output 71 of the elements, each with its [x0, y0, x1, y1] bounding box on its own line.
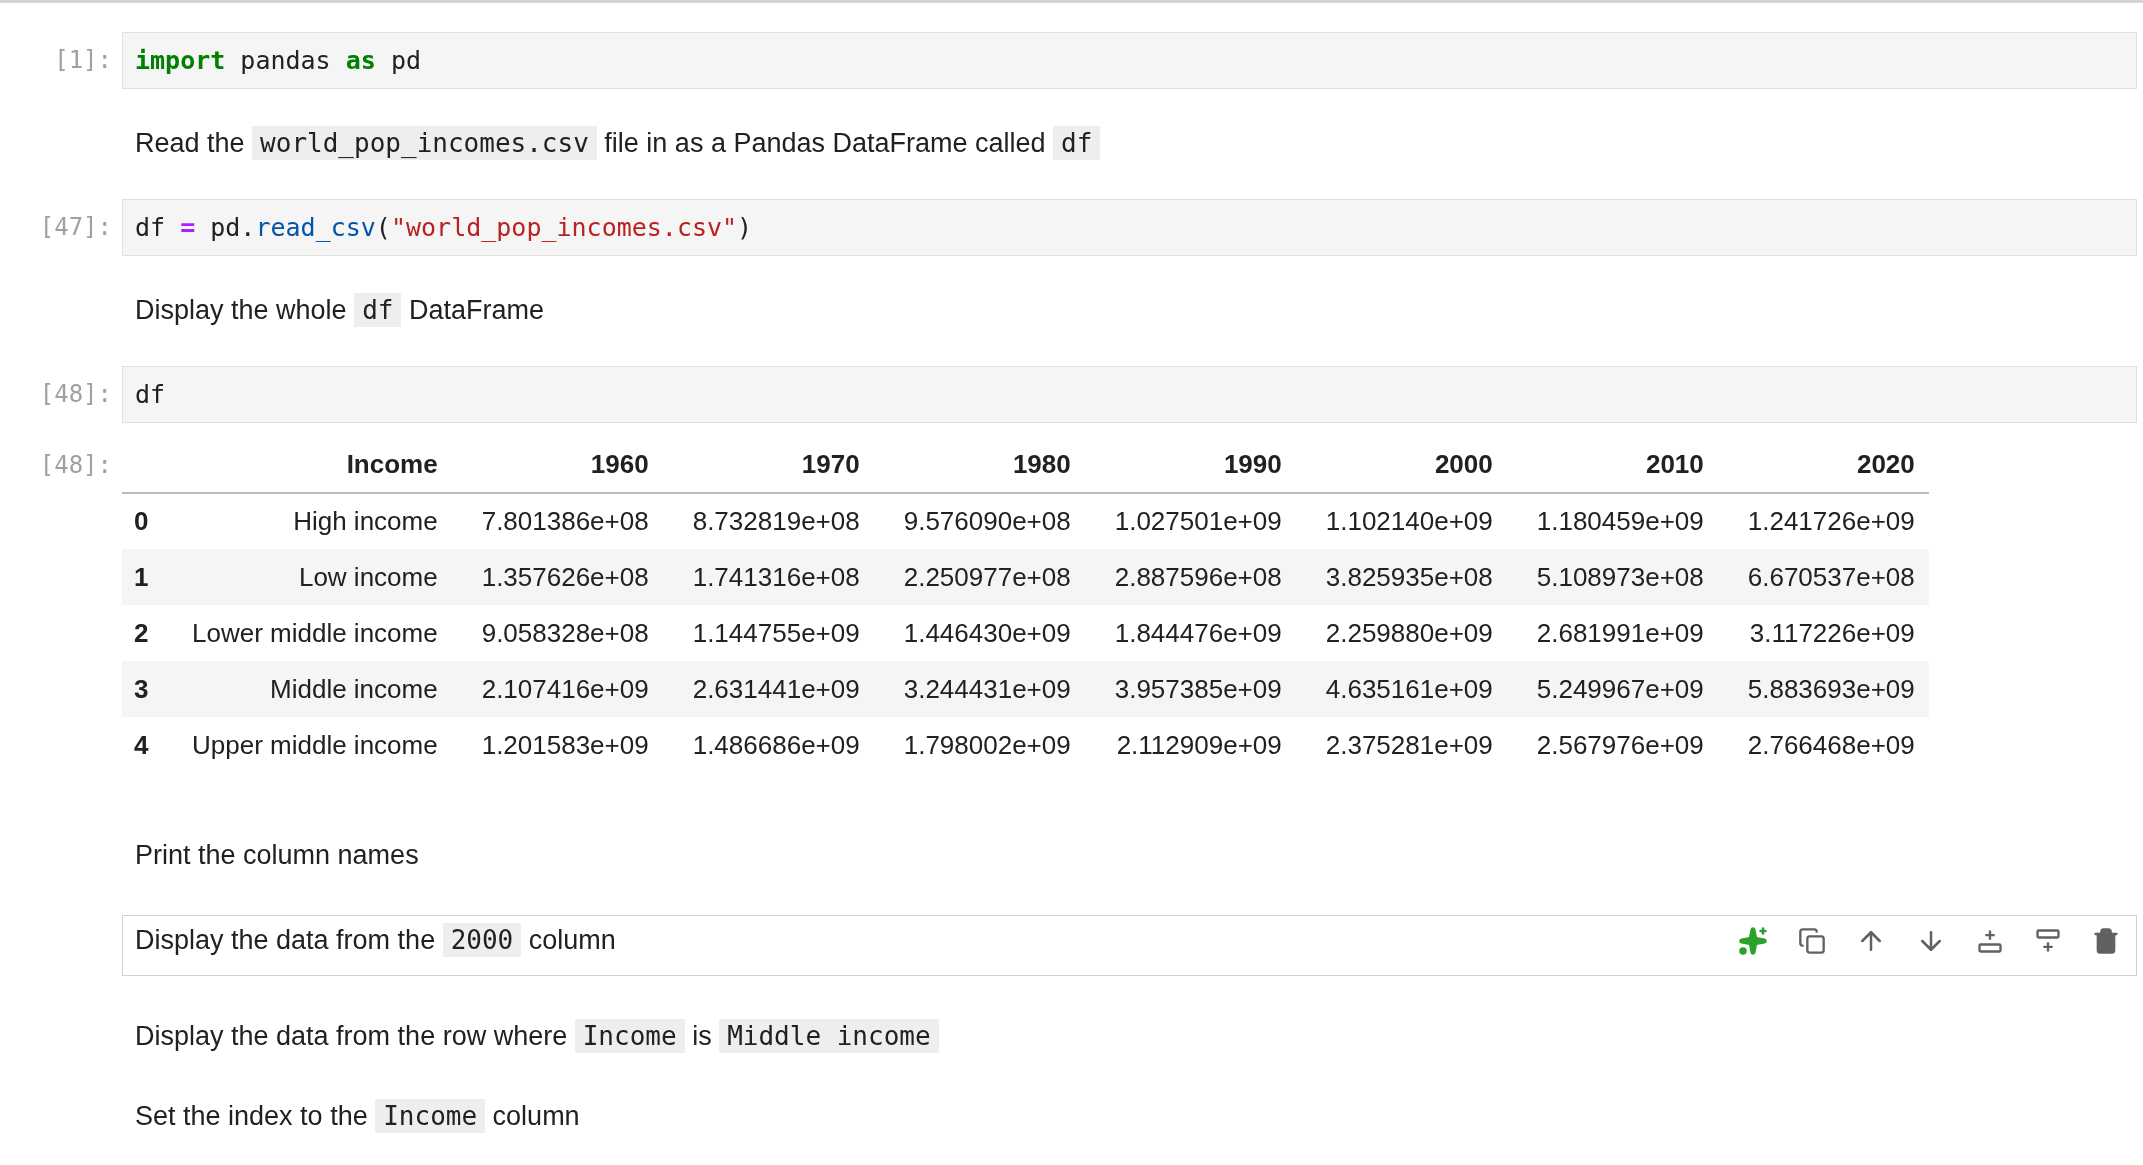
- table-cell: 1.798002e+09: [873, 717, 1085, 773]
- table-cell: 2.887596e+08: [1084, 549, 1296, 605]
- markdown-text: Display the data from the row where Income is Middle income: [135, 1016, 2130, 1056]
- table-cell: 9.576090e+08: [873, 493, 1085, 549]
- markdown-text: Display the whole df DataFrame: [135, 292, 545, 329]
- table-cell: 1.741316e+08: [662, 549, 874, 605]
- table-cell: 4.635161e+09: [1295, 661, 1507, 717]
- markdown-text: Set the index to the Income column: [135, 1098, 581, 1135]
- table-cell: 3.957385e+09: [1084, 661, 1296, 717]
- cell-prompt: [47]:: [39, 213, 112, 241]
- trash-icon[interactable]: [2092, 927, 2120, 955]
- table-cell: 3.825935e+08: [1295, 549, 1507, 605]
- table-cell: 2.250977e+08: [873, 549, 1085, 605]
- table-cell: 2.375281e+09: [1295, 717, 1507, 773]
- column-header: 2010: [1506, 437, 1718, 493]
- markdown-text: Read the world_pop_incomes.csv file in as a Pandas DataFrame called df: [135, 123, 2130, 163]
- row-index: 0: [122, 493, 162, 549]
- column-header: Income: [162, 437, 452, 493]
- table-cell: 5.249967e+09: [1506, 661, 1718, 717]
- table-cell: 2.567976e+09: [1506, 717, 1718, 773]
- table-cell: 5.883693e+09: [1717, 661, 1929, 717]
- table-cell: 1.241726e+09: [1717, 493, 1929, 549]
- table-cell: 1.201583e+09: [451, 717, 663, 773]
- column-header: 1960: [451, 437, 663, 493]
- cell-prompt: [48]:: [39, 380, 112, 408]
- table-cell: 1.144755e+09: [662, 605, 874, 661]
- column-header: 1970: [662, 437, 874, 493]
- table-cell: 7.801386e+08: [451, 493, 663, 549]
- cell-prompt: [48]:: [39, 451, 112, 479]
- table-cell: 2.631441e+09: [662, 661, 874, 717]
- table-cell: 6.670537e+08: [1717, 549, 1929, 605]
- selected-cell[interactable]: Display the data from the 2000 column: [122, 915, 2137, 976]
- table-cell: High income: [162, 493, 452, 549]
- column-header: 1990: [1084, 437, 1296, 493]
- table-cell: 2.259880e+09: [1295, 605, 1507, 661]
- sparkle-icon[interactable]: [1738, 926, 1768, 956]
- table-cell: 8.732819e+08: [662, 493, 874, 549]
- table-cell: Lower middle income: [162, 605, 452, 661]
- code-cell[interactable]: import pandas as pd: [122, 32, 2137, 89]
- row-index: 3: [122, 661, 162, 717]
- markdown-text: Display the data from the 2000 column: [135, 922, 616, 959]
- row-index: 2: [122, 605, 162, 661]
- table-cell: 2.681991e+09: [1506, 605, 1718, 661]
- table-cell: 2.766468e+09: [1717, 717, 1929, 773]
- code-cell[interactable]: df = pd.read_csv("world_pop_incomes.csv"): [122, 199, 2137, 256]
- column-header: 1980: [873, 437, 1085, 493]
- row-index: 1: [122, 549, 162, 605]
- table-cell: 1.102140e+09: [1295, 493, 1507, 549]
- table-cell: 2.107416e+09: [451, 661, 663, 717]
- cell-prompt: [1]:: [54, 46, 112, 74]
- table-cell: 5.108973e+08: [1506, 549, 1718, 605]
- table-cell: 2.112909e+09: [1084, 717, 1296, 773]
- insert-above-icon[interactable]: [2034, 927, 2062, 955]
- code-cell[interactable]: df: [122, 366, 2137, 423]
- column-header: 2000: [1295, 437, 1507, 493]
- table-cell: 1.027501e+09: [1084, 493, 1296, 549]
- table-cell: 9.058328e+08: [451, 605, 663, 661]
- table-cell: 1.446430e+09: [873, 605, 1085, 661]
- table-cell: Low income: [162, 549, 452, 605]
- table-cell: 1.180459e+09: [1506, 493, 1718, 549]
- row-index: 4: [122, 717, 162, 773]
- table-cell: 1.357626e+08: [451, 549, 663, 605]
- table-cell: 1.486686e+09: [662, 717, 874, 773]
- table-cell: Upper middle income: [162, 717, 452, 773]
- table-cell: 1.844476e+09: [1084, 605, 1296, 661]
- copy-icon[interactable]: [1798, 927, 1826, 955]
- markdown-text: Print the column names: [135, 839, 420, 872]
- column-header: 2020: [1717, 437, 1929, 493]
- table-cell: 3.117226e+09: [1717, 605, 1929, 661]
- table-cell: 3.244431e+09: [873, 661, 1085, 717]
- table-cell: Middle income: [162, 661, 452, 717]
